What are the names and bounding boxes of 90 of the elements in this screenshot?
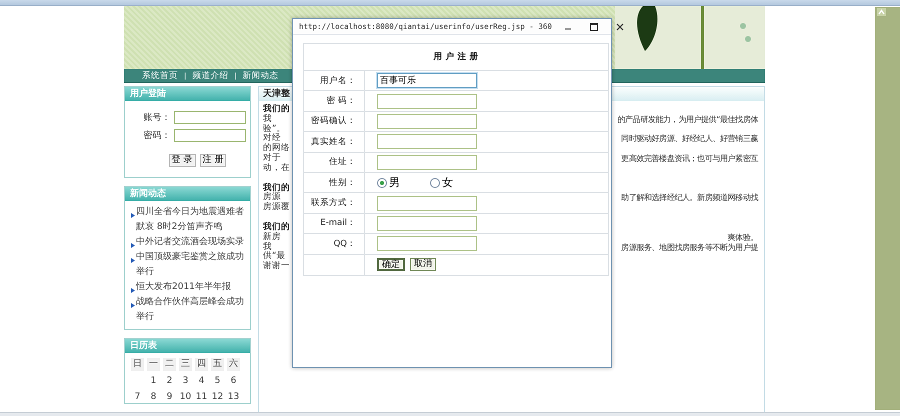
confirm-button[interactable]: 确定 (377, 258, 405, 272)
paragraph-text: 房源服务、地图找房服务等不断为用户提 (621, 242, 758, 252)
weekday-label: 二 (163, 358, 176, 371)
input-field[interactable] (377, 236, 477, 252)
paragraph-text: 谢谢一 (263, 262, 290, 272)
weekday-label: 日 (131, 358, 144, 371)
calendar-day[interactable]: 6 (227, 376, 240, 387)
calendar-day[interactable]: 5 (211, 376, 224, 387)
field-label: 性别： (304, 172, 365, 192)
input-field[interactable] (377, 94, 477, 109)
field-label: 账号： (144, 112, 170, 124)
news-link[interactable]: 中外记者交流酒会现场实录 (136, 235, 244, 250)
paragraph-text: 同时驱动好房源、好经纪人、好营销三赢 (621, 134, 758, 144)
close-icon (616, 22, 624, 30)
paragraph-text: 对经 (263, 134, 281, 144)
input-field[interactable] (377, 134, 477, 150)
field-label: 密 码： (304, 91, 365, 111)
paragraph-text: 我 (263, 114, 272, 124)
paragraph-text: 助了解和选择经纪人。新房频道网移动找 (621, 193, 758, 204)
maximize-icon (590, 22, 598, 30)
paragraph-text: 对于 (263, 154, 281, 163)
weekday-label: 五 (211, 358, 224, 371)
calendar-day[interactable]: 7 (131, 392, 144, 403)
input-field[interactable] (377, 196, 477, 211)
news-link[interactable]: 四川全省今日为地震遇难者默哀 8时2分笛声齐鸣 (136, 205, 246, 235)
weekday-label: 三 (179, 358, 192, 371)
bullet-icon (131, 213, 135, 218)
radio-button[interactable] (430, 178, 440, 188)
calendar-day[interactable]: 12 (211, 392, 224, 403)
paragraph-text: 新房 (263, 232, 281, 242)
login-button[interactable]: 登 录 (168, 154, 196, 167)
news-link[interactable]: 恒大发布2011年半年报 (136, 280, 231, 295)
calendar-day[interactable]: 9 (163, 392, 176, 403)
calendar-day[interactable]: 13 (227, 392, 240, 403)
panel-title: 日历表 (125, 339, 250, 353)
radio-label[interactable]: 男 (389, 175, 400, 190)
paragraph-text: 供“最 (263, 252, 286, 262)
input-field[interactable] (174, 129, 246, 142)
news-link[interactable]: 战略合作伙伴高层峰会成功举行 (136, 295, 246, 325)
login-button[interactable]: 注 册 (200, 154, 226, 167)
weekday-label: 一 (147, 358, 160, 371)
nav-link[interactable]: 系统首页 (142, 70, 178, 82)
input-field[interactable] (377, 114, 477, 129)
bullet-icon (131, 303, 135, 308)
field-label: 住址： (304, 152, 365, 172)
field-label: E-mail： (304, 214, 365, 234)
paragraph-text: 的产品研发能力，为用户提供“最佳找房体 (617, 114, 758, 125)
radio-button[interactable] (377, 178, 387, 188)
input-field[interactable]: 百事可乐 (377, 73, 477, 88)
bullet-icon (131, 258, 135, 263)
paragraph-text: 验”。 (263, 124, 286, 134)
bullet-icon (131, 243, 135, 248)
field-label: 用户名： (304, 71, 365, 90)
paragraph-text: 更高效完善楼盘资讯；也可与用户紧密互 (621, 154, 758, 164)
calendar-day[interactable]: 8 (147, 392, 160, 403)
section-heading: 我们的 (263, 184, 290, 193)
field-label: 联系方式： (304, 193, 365, 213)
field-label: QQ： (304, 234, 365, 254)
calendar-day[interactable]: 3 (179, 376, 192, 387)
weekday-label: 四 (195, 358, 208, 371)
section-heading: 我们的 (263, 222, 290, 232)
field-label: 真实姓名： (304, 132, 365, 152)
calendar-day[interactable]: 4 (195, 376, 208, 387)
paragraph-text: 动，在 (263, 164, 290, 174)
section-heading: 我们的 (263, 105, 290, 114)
calendar-day[interactable]: 1 (147, 376, 160, 387)
paragraph-text: 的网络 (263, 144, 290, 154)
radio-label[interactable]: 女 (442, 175, 453, 190)
cancel-button[interactable]: 取消 (410, 258, 436, 272)
calendar-day[interactable]: 10 (179, 392, 192, 403)
input-field[interactable] (174, 111, 246, 124)
panel-title: 新闻动态 (125, 187, 250, 201)
field-label: 密码： (144, 130, 170, 142)
weekday-label: 六 (227, 358, 240, 371)
news-link[interactable]: 中国顶级豪宅鉴赏之旅成功举行 (136, 250, 246, 280)
field-label: 密码确认： (304, 112, 365, 132)
form-title: 用 户 注 册 (304, 44, 608, 71)
calendar-day[interactable]: 2 (163, 376, 176, 387)
panel-title: 用户登陆 (125, 87, 250, 101)
paragraph-text: 我 (263, 242, 272, 252)
input-field[interactable] (377, 154, 477, 170)
scrollbar[interactable] (875, 7, 900, 410)
bullet-icon (131, 288, 135, 293)
paragraph-text: 爽体验。 (728, 232, 758, 243)
paragraph-text: 房源 (263, 193, 281, 202)
paragraph-text: 房源覆 (263, 203, 290, 213)
nav-link[interactable]: 频道介绍 (192, 70, 228, 82)
input-field[interactable] (377, 216, 477, 231)
calendar-day[interactable]: 11 (195, 392, 208, 403)
nav-link[interactable]: 新闻动态 (242, 70, 279, 82)
